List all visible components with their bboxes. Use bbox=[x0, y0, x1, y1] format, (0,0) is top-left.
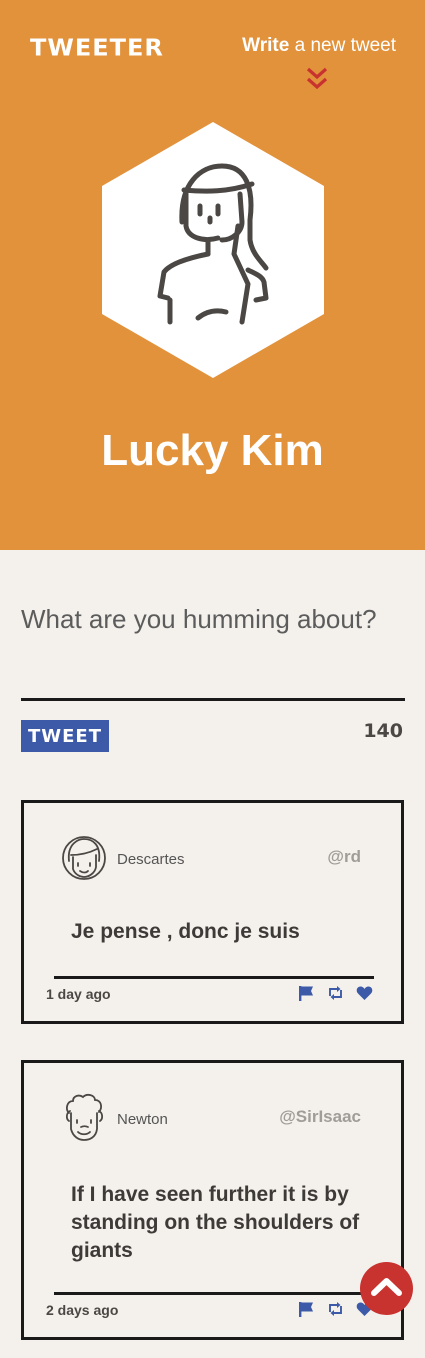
tweet-handle[interactable]: @SirIsaac bbox=[279, 1107, 361, 1127]
retweet-icon[interactable] bbox=[327, 985, 344, 1001]
flag-icon[interactable] bbox=[298, 985, 315, 1001]
tweet-author: Newton bbox=[117, 1111, 168, 1128]
back-to-top-button[interactable] bbox=[360, 1262, 413, 1315]
profile-name: Lucky Kim bbox=[101, 426, 324, 475]
retweet-icon[interactable] bbox=[327, 1301, 344, 1317]
write-tweet-link[interactable]: Write a new tweet bbox=[242, 35, 396, 57]
tweet-date: 1 day ago bbox=[46, 986, 111, 1002]
flag-icon[interactable] bbox=[298, 1301, 315, 1317]
chevron-up-icon bbox=[371, 1278, 402, 1296]
avatar bbox=[65, 1093, 104, 1141]
avatar bbox=[62, 836, 106, 880]
tweet-divider bbox=[54, 1292, 374, 1295]
tweet-divider bbox=[54, 976, 374, 979]
char-counter: 140 bbox=[363, 720, 403, 742]
compose-input[interactable] bbox=[21, 601, 405, 701]
write-link-rest: a new tweet bbox=[289, 35, 396, 56]
tweet-card: Descartes @rd Je pense , donc je suis 1 … bbox=[21, 800, 404, 1024]
profile-header: TWEETER Write a new tweet Lucky Kim bbox=[0, 0, 425, 550]
tweet-card: Newton @SirIsaac If I have seen further … bbox=[21, 1060, 404, 1340]
tweet-text: Je pense , donc je suis bbox=[71, 920, 300, 943]
app-logo[interactable]: TWEETER bbox=[30, 35, 164, 62]
write-link-bold: Write bbox=[242, 35, 290, 56]
tweet-actions bbox=[298, 985, 373, 1001]
tweet-date: 2 days ago bbox=[46, 1302, 119, 1318]
tweet-text: If I have seen further it is by standing… bbox=[71, 1183, 360, 1262]
tweet-handle[interactable]: @rd bbox=[327, 847, 361, 867]
chevron-double-down-icon[interactable] bbox=[305, 66, 329, 94]
heart-icon[interactable] bbox=[356, 985, 373, 1001]
tweet-author: Descartes bbox=[117, 851, 185, 868]
tweet-button[interactable]: TWEET bbox=[21, 720, 109, 752]
profile-avatar bbox=[102, 122, 324, 378]
